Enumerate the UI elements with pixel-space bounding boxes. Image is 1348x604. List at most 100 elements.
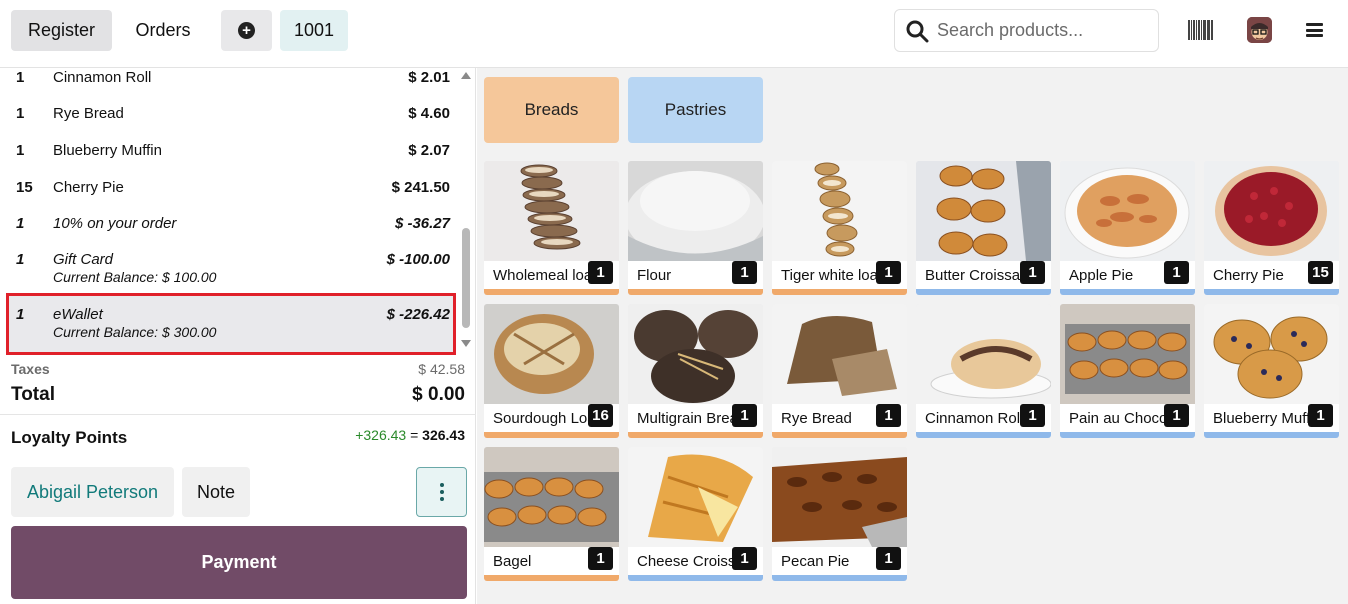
category-color-bar [1204,432,1339,438]
new-order-button[interactable]: + [221,10,272,51]
category-color-bar [1204,289,1339,295]
line-name: Blueberry Muffin [53,142,162,159]
product-card[interactable]: Cheese Croissant 1 [628,447,763,581]
barcode-icon[interactable] [1188,20,1214,40]
product-card[interactable]: Flour 1 [628,161,763,295]
product-qty-badge: 1 [588,261,613,284]
register-tab[interactable]: Register [11,10,112,51]
product-qty-badge: 1 [1164,404,1189,427]
scroll-up-icon[interactable] [461,72,471,79]
product-card[interactable]: Wholemeal loaf 1 [484,161,619,295]
product-image [772,447,907,547]
customer-button[interactable]: Abigail Peterson [11,467,174,517]
product-card[interactable]: Blueberry Muffin 1 [1204,304,1339,438]
note-button[interactable]: Note [182,467,250,517]
product-card[interactable]: Pain au Chocolat 1 [1060,304,1195,438]
menu-icon[interactable] [1306,23,1323,37]
product-image [772,161,907,261]
line-price: $ 4.60 [408,105,450,122]
line-name: Rye Bread [53,105,124,122]
category-color-bar [1060,289,1195,295]
order-line[interactable]: 1 Rye Bread $ 4.60 [0,104,458,126]
category-color-bar [484,289,619,295]
order-line-discount[interactable]: 1 10% on your order $ -36.27 [0,214,458,236]
loyalty-added: +326.43 [355,427,407,443]
product-card[interactable]: Cherry Pie 15 [1204,161,1339,295]
order-line[interactable]: 1 Cinnamon Roll $ 2.01 [0,68,458,88]
product-qty-badge: 1 [1164,261,1189,284]
order-scrollbar[interactable] [461,70,471,350]
line-price: $ 2.01 [408,69,450,86]
product-image [1204,161,1339,261]
more-icon [439,483,444,501]
total-value: $ 0.00 [412,384,465,405]
line-balance: Current Balance: $ 100.00 [53,269,217,285]
order-line[interactable]: 1 Blueberry Muffin $ 2.07 [0,141,458,163]
product-qty-badge: 1 [588,547,613,570]
user-avatar[interactable] [1247,17,1272,43]
category-color-bar [772,432,907,438]
category-color-bar [772,289,907,295]
product-card[interactable]: Pecan Pie 1 [772,447,907,581]
line-qty: 1 [16,69,25,86]
line-name: Cinnamon Roll [53,69,152,86]
product-card[interactable]: Multigrain Bread 1 [628,304,763,438]
more-actions-button[interactable] [416,467,467,517]
product-card[interactable]: Rye Bread 1 [772,304,907,438]
product-qty-badge: 15 [1308,261,1333,284]
product-card[interactable]: Apple Pie 1 [1060,161,1195,295]
product-card[interactable]: Butter Croissant 1 [916,161,1051,295]
product-qty-badge: 1 [732,547,757,570]
divider [0,414,476,415]
orders-tab[interactable]: Orders [121,10,205,51]
line-qty: 15 [16,179,33,196]
order-panel: 1 Cinnamon Roll $ 2.01 1 Rye Bread $ 4.6… [0,68,476,604]
category-color-bar [628,432,763,438]
product-card[interactable]: Tiger white loaf 1 [772,161,907,295]
product-qty-badge: 1 [1020,404,1045,427]
product-card[interactable]: Sourdough Loaf 16 [484,304,619,438]
product-card[interactable]: Bagel 1 [484,447,619,581]
category-pastries[interactable]: Pastries [628,77,763,143]
product-qty-badge: 1 [876,261,901,284]
product-qty-badge: 1 [1308,404,1333,427]
product-image [1060,304,1195,404]
category-color-bar [628,289,763,295]
line-price: $ -100.00 [386,251,450,268]
taxes-label: Taxes [11,361,50,377]
product-image [1204,304,1339,404]
scroll-thumb[interactable] [462,228,470,328]
product-image [1060,161,1195,261]
product-image [772,304,907,404]
order-line[interactable]: 15 Cherry Pie $ 241.50 [0,178,458,200]
total-label: Total [11,384,55,405]
search-box[interactable] [894,9,1159,52]
line-qty: 1 [16,215,25,232]
current-order-tab[interactable]: 1001 [280,10,348,51]
line-name: Cherry Pie [53,179,124,196]
selection-highlight [6,293,456,355]
category-breads[interactable]: Breads [484,77,619,143]
loyalty-total: 326.43 [422,427,465,443]
category-color-bar [484,575,619,581]
payment-button[interactable]: Payment [11,526,467,599]
order-lines: 1 Cinnamon Roll $ 2.01 1 Rye Bread $ 4.6… [0,68,476,358]
category-color-bar [484,432,619,438]
category-color-bar [628,575,763,581]
product-image [916,304,1051,404]
product-image [628,447,763,547]
product-qty-badge: 1 [876,547,901,570]
order-line-gift-card[interactable]: 1 Gift Card $ -100.00 Current Balance: $… [0,250,458,290]
product-panel: Breads Pastries Wholemeal loaf 1 Flour 1… [477,68,1348,604]
line-price: $ 241.50 [391,179,450,196]
product-image [628,304,763,404]
category-color-bar [772,575,907,581]
search-input[interactable] [937,20,1147,41]
scroll-down-icon[interactable] [461,340,471,347]
loyalty-label: Loyalty Points [11,428,128,447]
product-card[interactable]: Cinnamon Roll 1 [916,304,1051,438]
category-color-bar [916,432,1051,438]
line-price: $ -36.27 [394,215,450,232]
product-qty-badge: 1 [1020,261,1045,284]
product-image [484,304,619,404]
